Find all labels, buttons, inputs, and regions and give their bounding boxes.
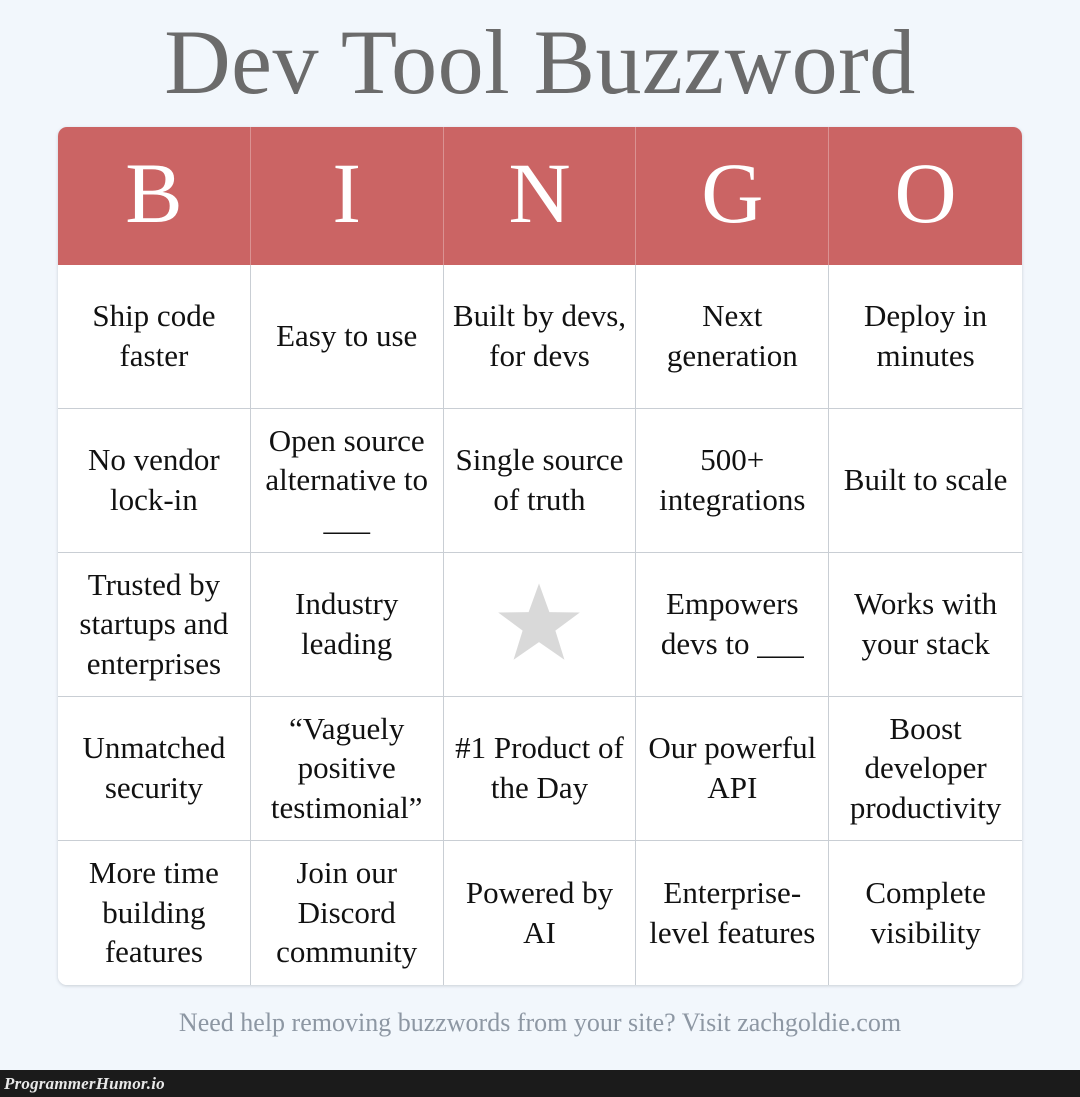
star-icon (498, 583, 581, 660)
header-letter-i: I (251, 126, 444, 265)
bingo-cell-label: Industry leading (295, 586, 399, 662)
bingo-cell[interactable]: Boost developer productivity (829, 696, 1022, 841)
bingo-header-row: B I N G O (58, 126, 1022, 265)
bingo-cell-label: Trusted by startups and enterprises (79, 566, 229, 681)
bingo-cell[interactable]: Ship code faster (58, 264, 251, 409)
bingo-cell[interactable]: Join our Discord community (250, 840, 444, 985)
bingo-cell-label: 500+ integrations (659, 442, 806, 518)
bingo-cell[interactable]: Open source alternative to ___ (250, 408, 444, 553)
header-letter-n: N (444, 126, 637, 265)
bingo-cell-label: More time building features (88, 855, 219, 970)
bingo-cell[interactable]: Our powerful API (636, 696, 830, 841)
bingo-cell-label: #1 Product of the Day (455, 730, 624, 806)
bingo-cell[interactable]: No vendor lock-in (58, 408, 251, 553)
bingo-cell[interactable]: #1 Product of the Day (443, 696, 637, 841)
bingo-cell[interactable]: Powered by AI (443, 840, 637, 985)
bingo-cell[interactable]: “Vaguely positive testimonial” (250, 696, 444, 841)
header-letter-g: G (636, 126, 830, 265)
bingo-cell[interactable]: Next generation (636, 264, 830, 409)
footer-note: Need help removing buzzwords from your s… (178, 1007, 902, 1037)
header-letter-o: O (894, 144, 957, 241)
bingo-cell-label: Ship code faster (92, 298, 216, 374)
bingo-cell[interactable]: Complete visibility (829, 840, 1022, 985)
bingo-cell-label: Next generation (666, 298, 798, 374)
watermark-bar: ProgrammerHumor.io (0, 1070, 1080, 1097)
bingo-cell[interactable]: Empowers devs to ___ (636, 552, 830, 697)
bingo-cell[interactable]: Works with your stack (829, 552, 1022, 697)
bingo-cell-label: Powered by AI (465, 874, 614, 950)
bingo-cell-label: Open source alternative to ___ (265, 422, 429, 537)
page-title: Dev Tool Buzzword (164, 11, 916, 113)
bingo-cell-label: Built to scale (843, 462, 1008, 498)
bingo-cell-label: Easy to use (276, 318, 418, 354)
watermark-label: ProgrammerHumor.io (4, 1073, 165, 1093)
bingo-cell[interactable]: Trusted by startups and enterprises (58, 552, 251, 697)
bingo-cell-label: “Vaguely positive testimonial” (270, 710, 423, 825)
bingo-grid: Ship code faster Easy to use Built by de… (58, 264, 1022, 985)
bingo-cell[interactable]: More time building features (58, 840, 251, 985)
bingo-cell-label: Built by devs, for devs (452, 298, 627, 374)
bingo-card-page: Dev Tool Buzzword B I N G O Ship code fa… (0, 0, 1080, 1097)
bingo-cell-label: Complete visibility (865, 874, 986, 950)
bingo-cell[interactable]: Built to scale (829, 408, 1022, 553)
bingo-cell-label: Deploy in minutes (864, 298, 988, 374)
bingo-cell[interactable]: Easy to use (250, 264, 444, 409)
bingo-cell-label: Works with your stack (854, 586, 998, 662)
bingo-cell-label: Empowers devs to ___ (660, 586, 804, 662)
bingo-cell[interactable]: Industry leading (250, 552, 444, 697)
bingo-cell-label: Single source of truth (455, 442, 624, 518)
bingo-cell[interactable]: Single source of truth (443, 408, 637, 553)
bingo-cell[interactable]: Built by devs, for devs (443, 264, 637, 409)
bingo-cell-label: No vendor lock-in (88, 442, 220, 518)
bingo-cell[interactable]: 500+ integrations (636, 408, 830, 553)
bingo-cell-label: Our powerful API (648, 730, 817, 806)
bingo-cell[interactable]: Deploy in minutes (829, 264, 1022, 409)
bingo-cell-label: Boost developer productivity (849, 710, 1002, 825)
bingo-cell[interactable]: Unmatched security (58, 696, 251, 841)
bingo-card: B I N G O Ship code faster Easy to use B… (58, 126, 1022, 985)
bingo-cell[interactable]: Enterprise-level features (636, 840, 830, 985)
bingo-cell-label: Enterprise-level features (649, 874, 816, 950)
bingo-cell-label: Join our Discord community (276, 855, 418, 970)
bingo-cell-free-space[interactable] (443, 552, 637, 697)
header-letter-b: B (58, 126, 251, 265)
bingo-cell-label: Unmatched security (82, 730, 226, 806)
